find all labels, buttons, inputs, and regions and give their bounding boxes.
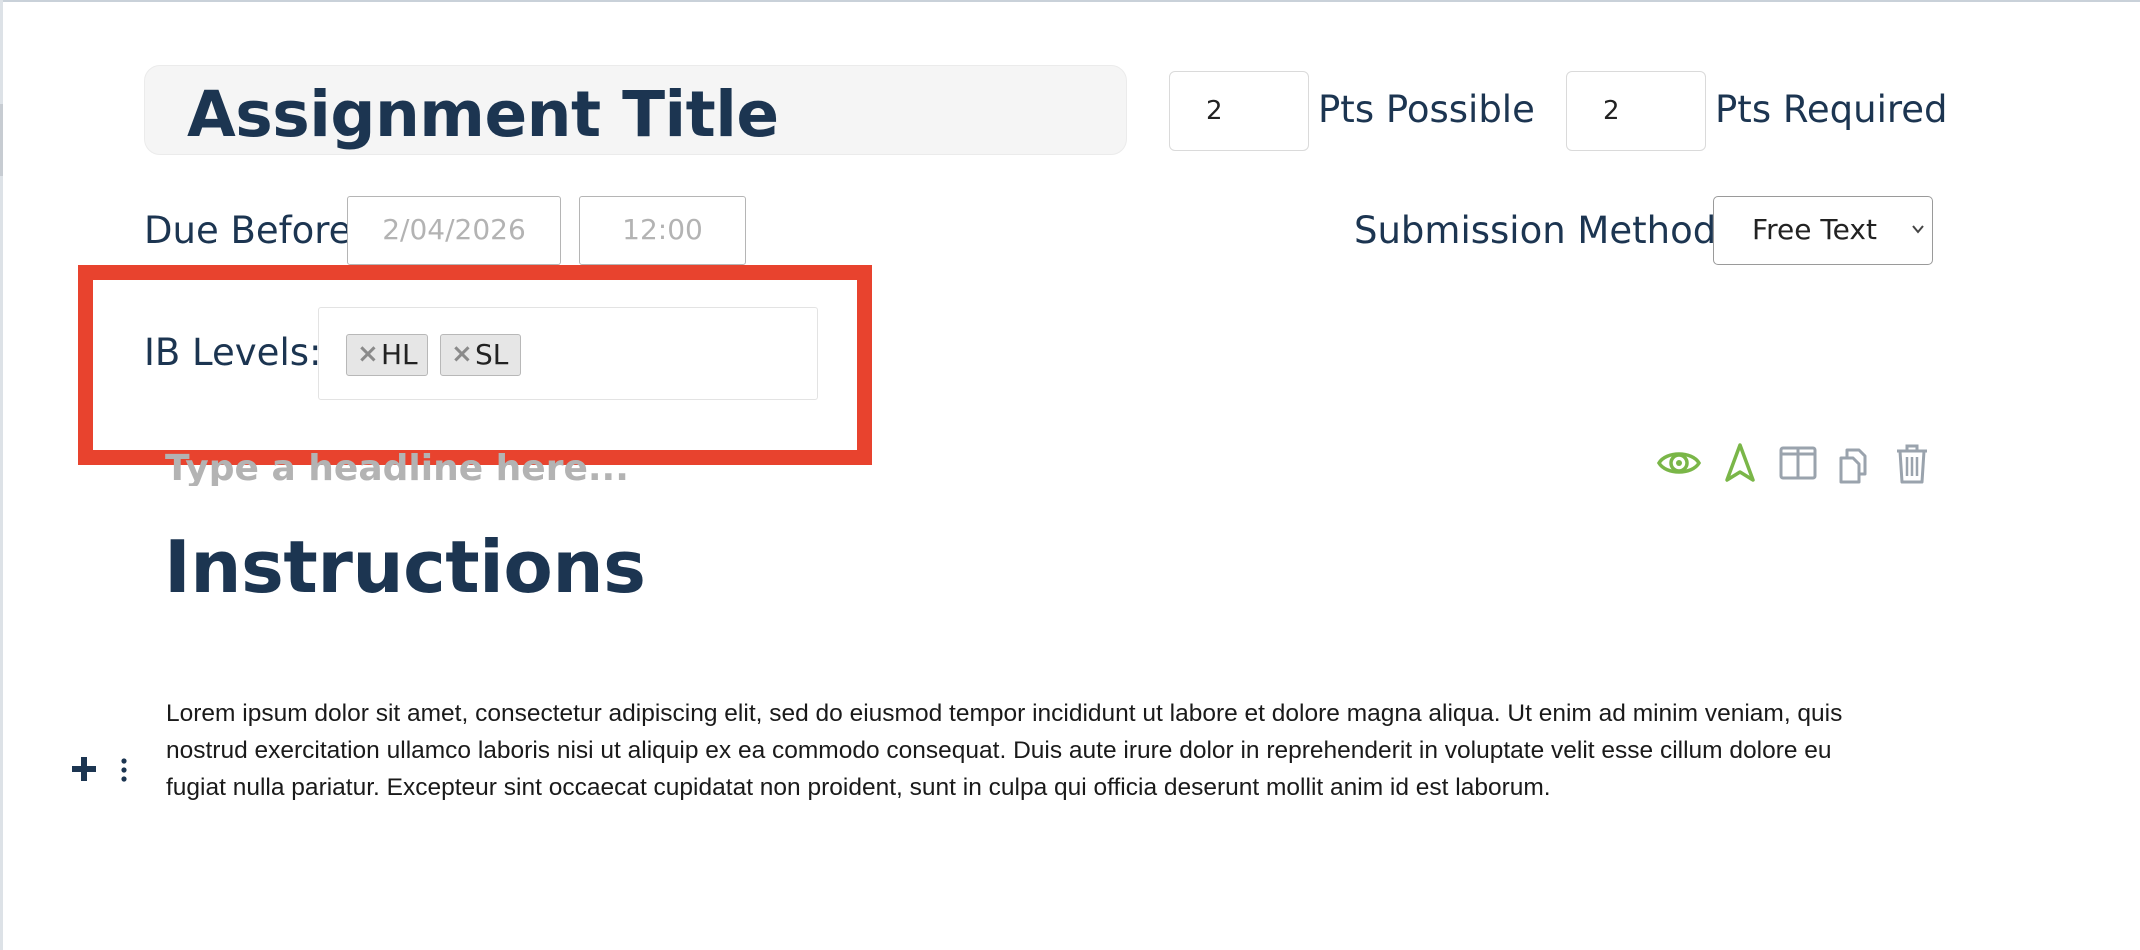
drag-handle-icon[interactable] (118, 757, 130, 783)
chevron-down-icon (1912, 225, 1924, 234)
trash-icon[interactable] (1889, 440, 1935, 486)
pts-required-input[interactable]: 2 (1566, 71, 1706, 151)
assignment-title-field[interactable]: Assignment Title (144, 65, 1127, 155)
headline-input[interactable]: Type a headline here... (165, 446, 865, 486)
due-date-input[interactable]: 2/04/2026 (347, 196, 561, 265)
eye-icon[interactable] (1656, 440, 1702, 486)
left-edge-marker (0, 104, 3, 176)
submission-method-label: Submission Method: (1354, 209, 1729, 252)
instructions-heading[interactable]: Instructions (164, 522, 646, 612)
due-before-label: Due Before (144, 209, 352, 252)
submission-method-select[interactable]: Free Text (1713, 196, 1933, 265)
navigation-arrow-icon[interactable] (1717, 440, 1763, 486)
due-time-input[interactable]: 12:00 (579, 196, 746, 265)
highlight-annotation (78, 265, 872, 465)
copy-icon[interactable] (1831, 440, 1877, 486)
submission-method-value: Free Text (1752, 213, 1877, 246)
assignment-title[interactable]: Assignment Title (187, 76, 779, 154)
pts-possible-input[interactable]: 2 (1169, 71, 1309, 151)
pts-required-label: Pts Required (1715, 88, 1948, 131)
columns-icon[interactable] (1775, 440, 1821, 486)
instructions-body[interactable]: Lorem ipsum dolor sit amet, consectetur … (166, 695, 1896, 806)
plus-icon[interactable] (70, 755, 98, 783)
window-top-border (0, 0, 2140, 2)
pts-possible-label: Pts Possible (1318, 88, 1535, 131)
